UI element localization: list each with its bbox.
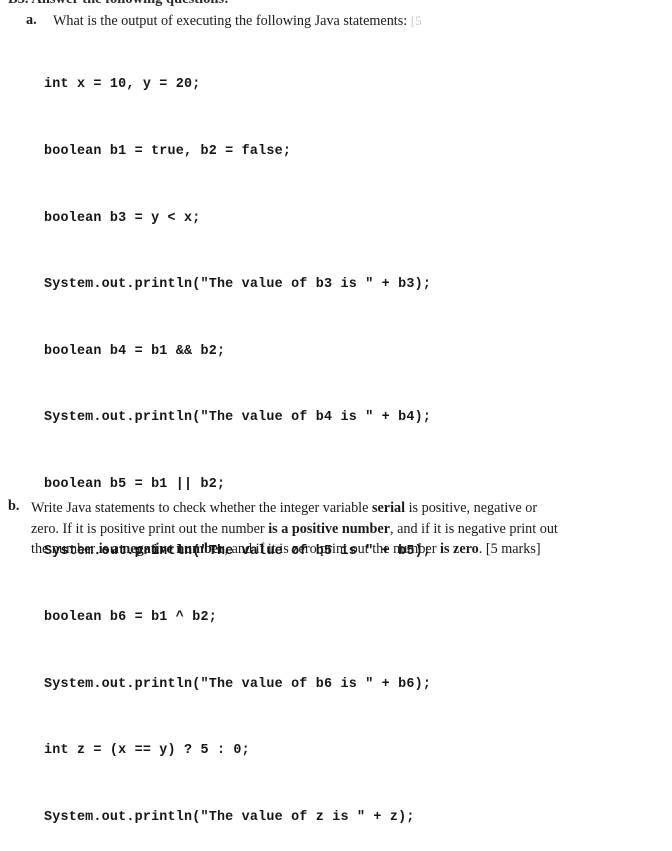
question-b-line-2: zero. If it is positive print out the nu… xyxy=(31,519,672,540)
question-b-label: b. xyxy=(8,498,20,514)
code-line: int x = 10, y = 20; xyxy=(44,77,201,93)
page-header-clipped: B3. Answer the following questions: xyxy=(0,0,672,9)
code-line: boolean b3 = y < x; xyxy=(44,210,201,226)
code-line: System.out.println("The value of b3 is "… xyxy=(44,277,432,293)
question-b-line-1: Write Java statements to check whether t… xyxy=(31,498,672,519)
code-line: System.out.println("The value of z is " … xyxy=(44,809,415,825)
question-b-keyword-negative: is a negative number xyxy=(98,541,225,557)
java-code-block: int x = 10, y = 20; boolean b1 = true, b… xyxy=(44,30,431,851)
question-b-marks: . [5 marks] xyxy=(478,541,541,557)
question-b-line1-text-a: Write Java statements to check whether t… xyxy=(31,500,372,516)
question-a-label: a. xyxy=(26,12,37,28)
question-b-keyword-positive: is a positive number xyxy=(268,520,390,537)
question-b-keyword-serial: serial xyxy=(371,500,406,516)
code-line: System.out.println("The value of b6 is "… xyxy=(44,676,432,692)
code-line: boolean b5 = b1 || b2; xyxy=(44,476,226,492)
code-line: boolean b1 = true, b2 = false; xyxy=(44,144,292,159)
question-a-prompt-wrapper: What is the output of executing the foll… xyxy=(53,11,422,31)
question-b-keyword-zero: is zero xyxy=(440,541,479,557)
code-line: boolean b4 = b1 && b2; xyxy=(44,343,226,359)
code-line: boolean b6 = b1 ^ b2; xyxy=(44,610,217,626)
question-b-line3-text-a: the number xyxy=(31,541,99,557)
page-header-text: B3. Answer the following questions: xyxy=(8,0,229,8)
question-b-body: Write Java statements to check whether t… xyxy=(31,498,672,560)
question-b-line3-text-b: , and if it is zero print out the number xyxy=(224,541,441,557)
code-line: int z = (x == y) ? 5 : 0; xyxy=(44,743,250,759)
question-a-prompt: What is the output of executing the foll… xyxy=(53,13,408,29)
question-b-line2-text-a: zero. If it is positive print out the nu… xyxy=(31,520,269,537)
question-b-line-3: the number is a negative number, and if … xyxy=(31,539,672,560)
question-b-line2-text-b: , and if it is negative print out xyxy=(390,520,558,537)
code-line: System.out.println("The value of b4 is "… xyxy=(44,410,432,426)
question-a-marks-faint: [5 xyxy=(410,13,422,28)
question-b-line1-text-b: is positive, negative or xyxy=(405,500,538,516)
